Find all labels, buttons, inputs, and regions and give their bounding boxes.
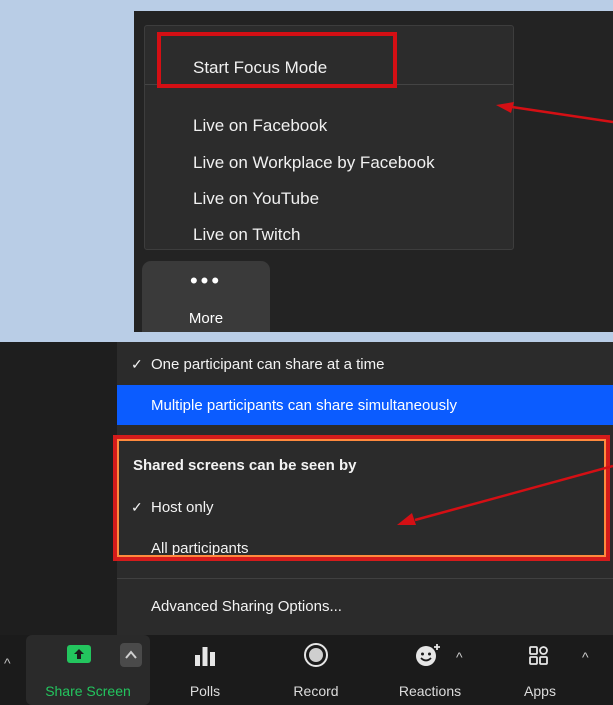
polls-icon [195, 647, 215, 666]
menu-item-live-workplace[interactable]: Live on Workplace by Facebook [193, 153, 435, 173]
menu-item-live-twitch[interactable]: Live on Twitch [193, 225, 300, 245]
annotation-arrow [397, 464, 613, 525]
annotation-arrow [496, 102, 613, 124]
more-button[interactable]: ••• More [142, 261, 270, 332]
option-one-participant-label: One participant can share at a time [151, 356, 385, 373]
record-icon [304, 643, 328, 667]
option-multiple-participants[interactable]: Multiple participants can share simultan… [117, 385, 613, 425]
chevron-up-icon[interactable]: ^ [456, 649, 463, 665]
chevron-up-icon[interactable]: ^ [4, 655, 11, 671]
option-multiple-participants-label: Multiple participants can share simultan… [151, 397, 457, 414]
more-button-label: More [188, 310, 224, 327]
share-screen-icon [67, 645, 91, 663]
more-dots-icon: ••• [189, 268, 223, 293]
share-screen-label: Share Screen [45, 683, 131, 699]
apps-label: Apps [524, 683, 556, 699]
polls-label: Polls [189, 683, 221, 699]
checkmark-icon: ✓ [131, 356, 143, 372]
reactions-button[interactable]: ^ Reactions [385, 635, 475, 705]
share-screen-panel: ✓ One participant can share at a time Mu… [0, 342, 613, 705]
reactions-icon [416, 644, 440, 666]
share-screen-button[interactable]: Share Screen [26, 635, 150, 705]
chevron-up-icon[interactable]: ^ [582, 649, 589, 665]
apps-button[interactable]: Apps [510, 635, 570, 705]
option-advanced-sharing-label: Advanced Sharing Options... [151, 598, 342, 615]
menu-divider [117, 578, 613, 579]
record-button[interactable]: Record [280, 635, 352, 705]
meeting-toolbar: ^ Share Screen Polls Record ^ Reactions … [0, 635, 613, 705]
menu-item-live-youtube[interactable]: Live on YouTube [193, 189, 319, 209]
more-options-panel: Start Focus Mode Live on Facebook Live o… [134, 11, 613, 332]
highlight-box-focus-mode [157, 32, 397, 88]
polls-button[interactable]: Polls [170, 635, 240, 705]
record-label: Record [293, 683, 339, 699]
share-options-chevron-icon[interactable] [120, 643, 142, 667]
reactions-label: Reactions [398, 683, 462, 699]
apps-icon [529, 646, 548, 665]
menu-item-live-facebook[interactable]: Live on Facebook [193, 116, 327, 136]
